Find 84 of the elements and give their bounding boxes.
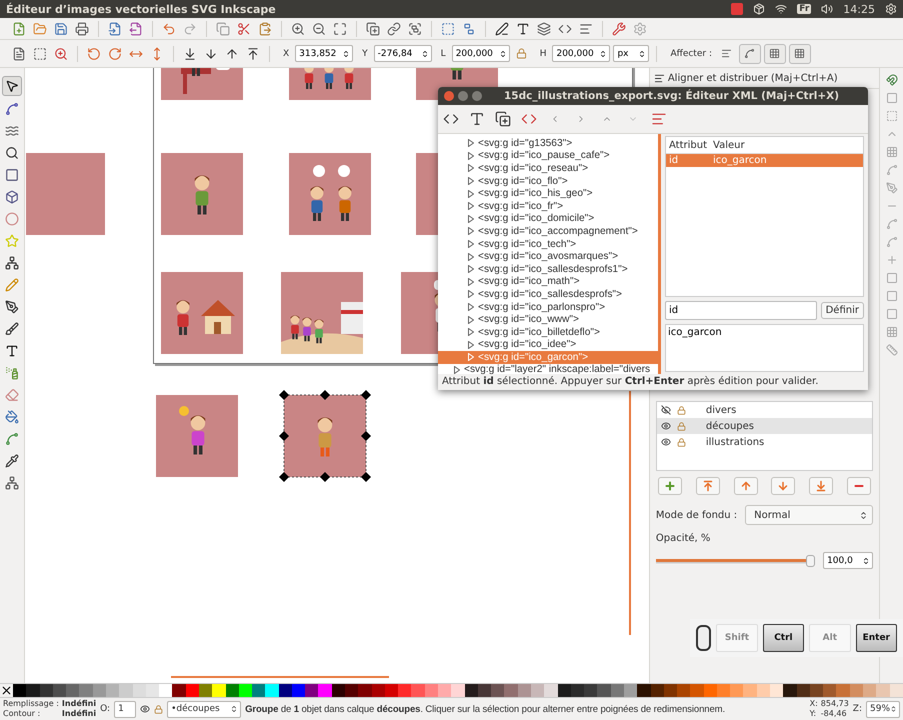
opacity-label: Opacité, % <box>656 533 710 544</box>
node-label: <svg:g id="ico_garcon"> <box>478 352 588 363</box>
height-label: H <box>540 48 546 58</box>
xml-node[interactable]: <svg:g id="ico_idee"> <box>438 338 658 352</box>
node-label: <svg:g id="ico_pause_cafe"> <box>478 150 610 162</box>
xml-node[interactable]: <svg:g id="ico_sallesdesprofs"> <box>438 288 658 301</box>
node-label: <svg:g id="ico_sallesdesprofs1"> <box>478 264 628 275</box>
blend-mode-dropdown[interactable]: Normal <box>745 505 874 525</box>
layer-name: divers <box>706 404 736 416</box>
x-label: X: <box>810 699 818 709</box>
keyboard-layout[interactable]: Fr <box>797 4 812 14</box>
xml-node[interactable]: <svg:g id="ico_math"> <box>438 276 658 288</box>
fill-label: Remplissage : <box>3 699 59 709</box>
layer-name: illustrations <box>706 436 764 448</box>
attribute-value-field[interactable]: ico_garcon <box>665 324 864 372</box>
opacity-field[interactable]: 1 <box>114 700 136 718</box>
width-label: L <box>440 48 446 58</box>
key: Enter <box>856 624 898 652</box>
node-label: <svg:g id="ico_accompagnement"> <box>478 226 638 237</box>
xml-node[interactable]: <svg:g id="ico_accompagnement"> <box>438 225 658 238</box>
fill-value: Indéfini <box>62 699 96 709</box>
x-label: X <box>283 48 290 58</box>
key: Ctrl <box>762 624 804 652</box>
xml-node[interactable]: <svg:g id="g13563"> <box>438 137 658 150</box>
xml-node[interactable]: <svg:g id="ico_pause_cafe"> <box>438 150 658 162</box>
attribute-name: id <box>668 155 680 166</box>
panel-title: Aligner et distribuer (Maj+Ctrl+A) <box>668 72 838 84</box>
xml-node[interactable]: <svg:g id="ico_tech"> <box>438 238 658 250</box>
y-field[interactable]: -276,84 <box>374 45 432 62</box>
window-title: Éditeur d’images vectorielles SVG Inkscape <box>6 2 277 16</box>
node-label: <svg:g id="ico_avosmarques"> <box>478 251 618 262</box>
node-label: <svg:g id="ico_fr"> <box>478 200 564 212</box>
dialog-status: Attribut id sélectionné. Appuyer sur Ctrl+Enter après édition pour valider. <box>441 375 820 389</box>
column-header: Valeur <box>712 140 746 150</box>
y-label: Y: <box>810 709 818 719</box>
xml-node[interactable]: <svg:g id="ico_reseau"> <box>438 162 658 175</box>
layer-row[interactable]: découpes <box>656 418 872 434</box>
dialog-title: 15dc_illustrations_export.svg: Éditeur XML (Maj+Ctrl+X) <box>504 90 840 102</box>
xml-node[interactable]: <svg:g id="ico_fr"> <box>438 200 658 213</box>
node-label: <svg:g id="ico_www"> <box>478 314 579 326</box>
xml-node[interactable]: <svg:g id="ico_www"> <box>438 313 658 326</box>
y-label: Y <box>362 48 368 58</box>
xml-node[interactable]: <svg:g id="ico_parlonspro"> <box>438 300 658 314</box>
unit-dropdown[interactable]: px <box>613 45 650 62</box>
height-field[interactable]: 200,000 <box>552 45 610 62</box>
clock[interactable]: 14:25 <box>843 2 875 16</box>
column-header: Attribut <box>668 140 708 150</box>
zoom-label: Z: <box>852 704 862 714</box>
layer-name: découpes <box>706 420 754 432</box>
node-label: <svg:g id="ico_flo"> <box>478 176 568 187</box>
affect-label: Affecter : <box>670 48 712 58</box>
xml-node[interactable]: <svg:g id="ico_his_geo"> <box>438 187 658 200</box>
xml-node[interactable]: <svg:g id="ico_domicile"> <box>438 212 658 226</box>
status-message: Groupe de 1 objet dans calque découpes. Cliquer sur la sélection pour alterner entre poignées de redimensionnem. <box>245 704 726 714</box>
key: Alt <box>809 624 851 652</box>
x-coordinate: 854,73 <box>820 699 849 709</box>
xml-node[interactable]: <svg:g id="ico_avosmarques"> <box>438 250 658 263</box>
blend-mode-label: Mode de fondu : <box>656 510 738 520</box>
node-label: <svg:g id="ico_parlonspro"> <box>478 302 606 313</box>
node-label: <svg:g id="ico_idee"> <box>478 339 576 350</box>
opacity-field[interactable]: 100,0 <box>823 552 874 569</box>
node-label: <svg:g id="ico_math"> <box>478 276 580 288</box>
node-label: <svg:g id="ico_domicile"> <box>478 213 594 224</box>
key: Shift <box>716 624 758 652</box>
opacity-label: O: <box>100 704 110 714</box>
attribute-value: ico_garcon <box>712 155 768 166</box>
x-field[interactable]: 313,852 <box>295 45 354 62</box>
stroke-label: Contour : <box>3 709 42 719</box>
stroke-value: Indéfini <box>62 709 96 719</box>
width-field[interactable]: 200,000 <box>452 45 510 62</box>
layer-dropdown[interactable]: •découpes <box>167 700 242 718</box>
node-label: <svg:g id="ico_billetdeflo"> <box>478 326 600 338</box>
node-label: <svg:g id="g13563"> <box>478 138 572 149</box>
node-label: <svg:g id="ico_reseau"> <box>478 162 588 174</box>
zoom-field[interactable]: 59% <box>866 700 900 718</box>
xml-node[interactable]: <svg:g id="ico_flo"> <box>438 174 658 188</box>
node-label: <svg:g id="ico_tech"> <box>478 238 576 250</box>
set-button[interactable]: Définir <box>820 302 864 320</box>
y-coordinate: -84,46 <box>820 709 848 719</box>
xml-node[interactable]: <svg:g id="ico_billetdeflo"> <box>438 326 658 338</box>
xml-node[interactable]: <svg:g id="ico_sallesdesprofs1"> <box>438 262 658 276</box>
node-label: <svg:g id="ico_sallesdesprofs"> <box>478 288 622 300</box>
attribute-name-field[interactable]: id <box>665 301 817 320</box>
node-label: <svg:g id="ico_his_geo"> <box>478 188 593 200</box>
